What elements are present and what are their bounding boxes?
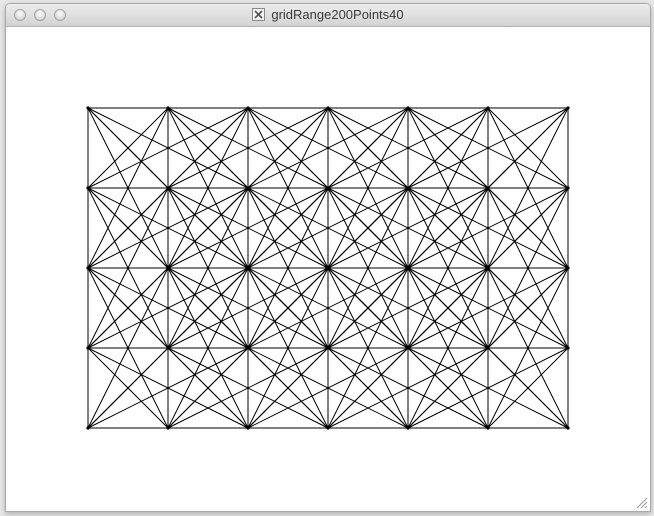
x11-app-icon [252,8,266,21]
grid-point [246,186,250,190]
grid-point [406,266,410,270]
grid-point [406,186,410,190]
grid-point [566,266,570,270]
window-title: gridRange200Points40 [6,7,650,22]
grid-point [246,266,250,270]
grid-point [326,266,330,270]
grid-point [246,346,250,350]
grid-point [166,346,170,350]
grid-point [326,346,330,350]
grid-point [86,426,90,430]
grid-point [486,346,490,350]
grid-point [486,106,490,110]
grid-point [566,106,570,110]
grid-point [166,186,170,190]
canvas-area[interactable] [6,27,650,511]
grid-point [166,426,170,430]
title-bar[interactable]: gridRange200Points40 [6,4,650,27]
grid-point [326,426,330,430]
grid-point [166,106,170,110]
grid-point [86,106,90,110]
grid-point [486,186,490,190]
app-window: gridRange200Points40 [5,3,651,512]
grid-point [406,106,410,110]
grid-point [486,426,490,430]
grid-point [166,266,170,270]
grid-point [246,426,250,430]
grid-point [86,266,90,270]
grid-point [86,186,90,190]
grid-point [406,426,410,430]
grid-point [326,186,330,190]
grid-point [86,346,90,350]
resize-grip-icon[interactable] [634,495,648,509]
window-title-text: gridRange200Points40 [271,7,404,22]
grid-point [406,346,410,350]
grid-point [566,186,570,190]
grid-point [566,346,570,350]
grid-drawing [86,106,570,430]
grid-point [566,426,570,430]
grid-point [486,266,490,270]
grid-point [246,106,250,110]
grid-point [326,106,330,110]
